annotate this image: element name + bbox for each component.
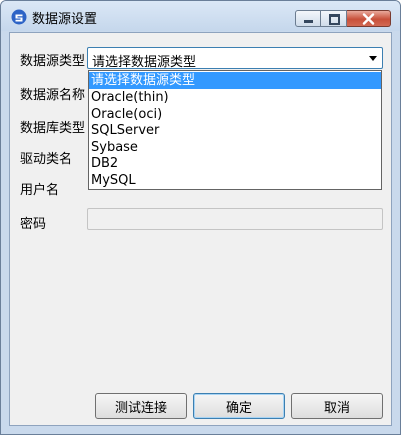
chevron-down-icon <box>369 56 377 61</box>
test-connection-button[interactable]: 测试连接 <box>95 393 187 419</box>
datasource-type-dropdown: 请选择数据源类型 Oracle(thin) Oracle(oci) SQLSer… <box>88 70 382 190</box>
label-datasource-type: 数据源类型 <box>20 54 86 69</box>
password-field[interactable] <box>87 208 383 230</box>
option-placeholder[interactable]: 请选择数据源类型 <box>89 72 381 89</box>
app-logo-icon <box>11 9 27 25</box>
option-mysql[interactable]: MySQL <box>89 172 381 189</box>
title-bar[interactable]: 数据源设置 <box>1 1 400 31</box>
option-db2[interactable]: DB2 <box>89 155 381 172</box>
label-driver-class: 驱动类名 <box>20 152 73 167</box>
cancel-button[interactable]: 取消 <box>291 393 383 419</box>
option-sqlserver[interactable]: SQLServer <box>89 122 381 139</box>
option-oracle-oci[interactable]: Oracle(oci) <box>89 106 381 123</box>
maximize-icon <box>329 14 340 25</box>
minimize-icon <box>304 20 313 23</box>
option-sybase[interactable]: Sybase <box>89 139 381 156</box>
datasource-type-select[interactable]: 请选择数据源类型 <box>87 47 383 70</box>
label-username: 用户名 <box>20 183 60 198</box>
settings-dialog: 数据源设置 数据源类型 数据源名称 数据库类型 驱动类名 用户名 密码 请选择数… <box>0 0 401 435</box>
option-oracle-thin[interactable]: Oracle(thin) <box>89 89 381 106</box>
ok-button[interactable]: 确定 <box>193 393 285 419</box>
datasource-type-value: 请选择数据源类型 <box>92 55 197 70</box>
window-title: 数据源设置 <box>32 12 98 27</box>
label-password: 密码 <box>20 217 47 232</box>
close-icon <box>362 13 375 25</box>
label-database-type: 数据库类型 <box>20 121 86 136</box>
dialog-body: 数据源类型 数据源名称 数据库类型 驱动类名 用户名 密码 请选择数据源类型 请… <box>9 32 392 426</box>
label-datasource-name: 数据源名称 <box>20 88 86 103</box>
maximize-button[interactable] <box>321 10 347 27</box>
close-button[interactable] <box>347 10 391 27</box>
minimize-button[interactable] <box>295 10 321 27</box>
